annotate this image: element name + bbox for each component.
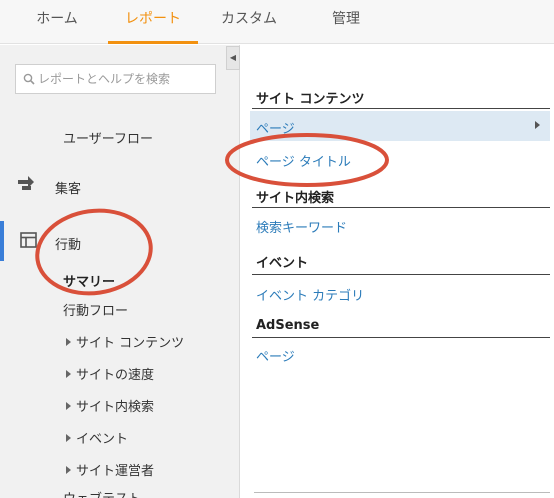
sidebar-item-label: サイト内検索 xyxy=(76,400,155,415)
caret-right-icon xyxy=(66,370,71,378)
search-icon xyxy=(23,73,35,85)
sidebar-item-publisher[interactable]: サイト運営者 xyxy=(66,460,154,479)
section-title-adsense: AdSense xyxy=(256,318,320,333)
search-placeholder: レポートとヘルプを検索 xyxy=(38,72,171,86)
caret-right-icon xyxy=(66,338,71,346)
sidebar-item-label: サイト コンテンツ xyxy=(76,336,185,351)
tab-custom[interactable]: カスタム xyxy=(206,0,292,44)
sidebar-item-behavior[interactable]: 行動 xyxy=(55,234,81,253)
divider xyxy=(252,337,550,338)
caret-right-icon xyxy=(66,434,71,442)
top-nav: ホーム レポート カスタム 管理 xyxy=(0,0,554,44)
collapse-left-icon: ◀ xyxy=(229,53,237,62)
link-page[interactable]: ページ xyxy=(256,118,295,137)
caret-right-icon xyxy=(535,121,540,129)
caret-right-icon xyxy=(66,466,71,474)
sidebar-item-behavior-flow[interactable]: 行動フロー xyxy=(63,300,128,319)
collapse-sidebar-button[interactable]: ◀ xyxy=(226,46,240,70)
sidebar: レポートとヘルプを検索 ユーザーフロー 集客 行動 サマリー 行動フロー サイト… xyxy=(0,45,240,498)
section-title-site-search: サイト内検索 xyxy=(256,191,335,206)
acquisition-arrows-icon xyxy=(18,176,34,190)
divider xyxy=(252,207,550,208)
link-event-category[interactable]: イベント カテゴリ xyxy=(256,285,364,304)
divider xyxy=(252,108,550,109)
tab-reports-label: レポート xyxy=(125,11,181,27)
sidebar-item-acquisition[interactable]: 集客 xyxy=(55,178,81,197)
sidebar-item-events[interactable]: イベント xyxy=(66,428,128,447)
tab-home[interactable]: ホーム xyxy=(14,0,100,44)
sidebar-item-user-flow[interactable]: ユーザーフロー xyxy=(63,128,153,147)
sidebar-item-label: サイト運営者 xyxy=(76,464,155,479)
sidebar-item-label: イベント xyxy=(76,432,129,447)
sidebar-item-site-search[interactable]: サイト内検索 xyxy=(66,396,154,415)
sidebar-item-site-speed[interactable]: サイトの速度 xyxy=(66,364,154,383)
link-search-keyword[interactable]: 検索キーワード xyxy=(256,217,347,236)
tab-reports[interactable]: レポート xyxy=(108,0,198,44)
section-title-site-content: サイト コンテンツ xyxy=(256,92,365,107)
divider xyxy=(252,274,550,275)
section-title-events: イベント xyxy=(256,256,309,271)
tab-admin[interactable]: 管理 xyxy=(304,0,388,44)
search-input[interactable]: レポートとヘルプを検索 xyxy=(15,64,216,94)
active-section-indicator xyxy=(0,221,4,261)
highlighted-row[interactable] xyxy=(250,111,550,141)
caret-right-icon xyxy=(66,402,71,410)
link-adsense-page[interactable]: ページ xyxy=(256,346,295,365)
sidebar-item-experiments[interactable]: ウェブテスト xyxy=(63,488,141,498)
divider xyxy=(254,492,550,493)
sidebar-item-summary[interactable]: サマリー xyxy=(63,271,115,290)
sidebar-item-site-content[interactable]: サイト コンテンツ xyxy=(66,332,184,351)
link-page-title[interactable]: ページ タイトル xyxy=(256,151,351,170)
sidebar-item-label: サイトの速度 xyxy=(76,368,155,383)
active-tab-indicator xyxy=(108,41,198,44)
behavior-layout-icon xyxy=(20,232,37,248)
